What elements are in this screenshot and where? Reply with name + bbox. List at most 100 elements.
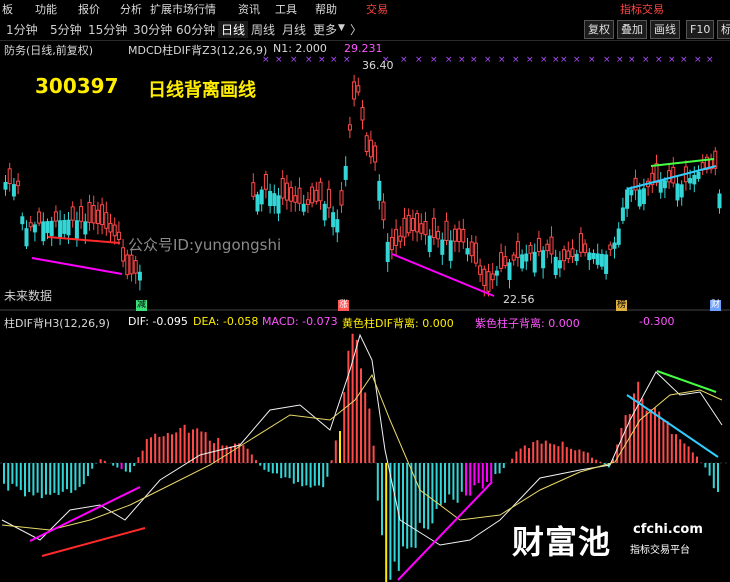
brand-tagline: 指标交易平台 — [630, 545, 690, 556]
candle — [717, 193, 722, 209]
candle — [79, 206, 84, 222]
candle — [125, 254, 130, 276]
candle — [415, 213, 420, 233]
marker-cross: × — [498, 55, 506, 65]
candle — [431, 217, 436, 238]
candle — [478, 265, 483, 275]
marker-cross: × — [694, 55, 702, 65]
candle — [436, 231, 441, 240]
candle — [427, 235, 432, 253]
candle — [74, 220, 79, 240]
marker-cross: × — [706, 55, 714, 65]
marker-cross: × — [616, 55, 624, 65]
candle — [667, 170, 672, 183]
marker-cross: × — [290, 55, 298, 65]
candle — [272, 193, 277, 207]
candle — [16, 180, 21, 187]
candle — [616, 228, 621, 245]
candle — [536, 237, 541, 253]
candle — [524, 253, 529, 262]
candle — [469, 241, 474, 257]
marker-cross: × — [668, 55, 676, 65]
candle — [612, 242, 617, 249]
candle — [532, 251, 537, 273]
candle — [108, 222, 113, 233]
candle — [297, 187, 302, 204]
candle — [301, 203, 306, 212]
event-tag[interactable]: 榜 — [616, 300, 627, 311]
candle — [381, 201, 386, 221]
candle — [11, 184, 16, 197]
candle — [457, 228, 462, 243]
candle — [444, 220, 449, 241]
candle — [322, 203, 327, 221]
candle — [326, 188, 331, 209]
candle — [654, 163, 659, 184]
candle — [633, 177, 638, 191]
candle — [507, 262, 512, 280]
candle — [133, 260, 138, 274]
candle — [541, 250, 546, 269]
candle — [356, 85, 361, 93]
candle — [343, 166, 348, 180]
candle — [137, 271, 142, 281]
candle — [662, 180, 667, 189]
candle — [310, 186, 315, 204]
marker-cross: × — [318, 55, 326, 65]
marker-cross: × — [552, 55, 560, 65]
candle — [37, 211, 42, 224]
candle — [104, 212, 109, 229]
candle — [583, 243, 588, 253]
candle — [364, 135, 369, 152]
marker-cross: × — [603, 55, 611, 65]
candle — [347, 124, 352, 131]
candle — [3, 182, 8, 190]
candle — [62, 219, 67, 234]
candle — [570, 248, 575, 257]
candle — [641, 188, 646, 204]
candle — [58, 220, 63, 238]
marker-cross: × — [512, 55, 520, 65]
candle — [423, 221, 428, 236]
candle — [465, 248, 470, 255]
candle — [490, 273, 495, 281]
candle — [553, 256, 558, 276]
candle — [486, 271, 491, 292]
candle — [112, 224, 117, 237]
marker-cross: × — [642, 55, 650, 65]
candle — [671, 166, 676, 184]
marker-cross: × — [458, 55, 466, 65]
candle — [549, 236, 554, 255]
candle — [116, 231, 121, 240]
marker-cross: × — [470, 55, 478, 65]
candle — [440, 239, 445, 255]
event-tag[interactable]: 减 — [136, 300, 147, 311]
candle — [289, 187, 294, 202]
candle — [574, 253, 579, 262]
candle — [494, 270, 499, 276]
candle — [276, 195, 281, 214]
marker-cross: × — [275, 55, 283, 65]
candle — [461, 228, 466, 243]
event-tag[interactable]: 财 — [710, 300, 721, 311]
candle — [331, 212, 336, 228]
candle — [280, 177, 285, 199]
event-tag[interactable]: 涨 — [338, 300, 349, 311]
candle — [688, 178, 693, 184]
candle — [608, 244, 613, 250]
candle — [482, 268, 487, 286]
marker-cross: × — [343, 55, 351, 65]
candle — [658, 179, 663, 193]
candle — [28, 222, 33, 228]
candle — [53, 211, 58, 222]
candle — [7, 168, 12, 185]
divergence-line — [41, 527, 146, 557]
divergence-line — [391, 253, 495, 297]
candle — [637, 189, 642, 207]
candle — [389, 236, 394, 251]
candle — [692, 174, 697, 185]
candle — [335, 219, 340, 233]
marker-cross: × — [400, 55, 408, 65]
candle — [377, 180, 382, 201]
stock-code: 300397 — [35, 74, 119, 98]
